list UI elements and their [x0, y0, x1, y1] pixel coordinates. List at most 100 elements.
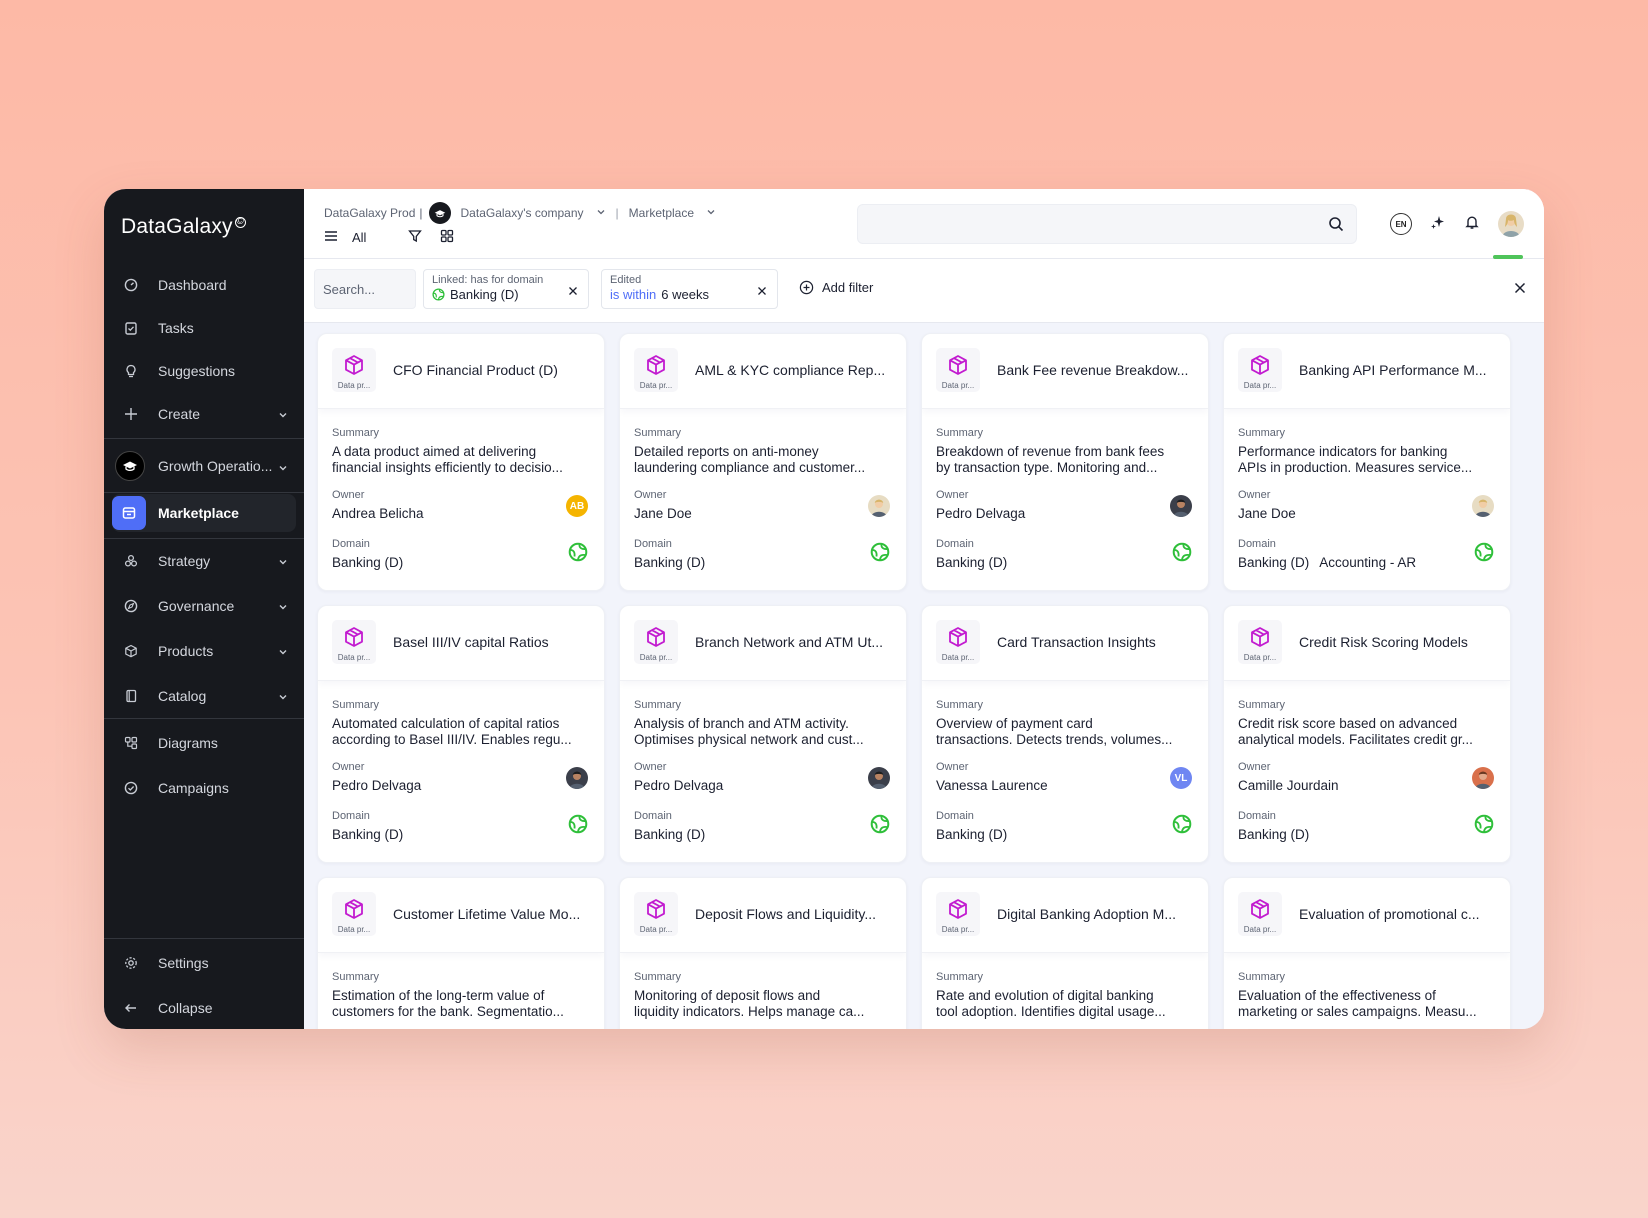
domain-tag[interactable]: Banking (D) — [634, 827, 705, 842]
close-filters-icon[interactable] — [1514, 281, 1526, 299]
type-caption: Data pr... — [639, 381, 673, 390]
grid-view-icon[interactable] — [440, 229, 454, 246]
card-title[interactable]: Card Transaction Insights — [997, 634, 1202, 650]
product-card[interactable]: Data pr... Card Transaction Insights Summa… — [921, 605, 1209, 863]
close-icon[interactable] — [757, 283, 767, 301]
domain-field: Domain Banking (D) — [936, 538, 1194, 570]
product-card[interactable]: Data pr... CFO Financial Product (D) Summa… — [317, 333, 605, 591]
sidebar-item-governance[interactable]: Governance — [112, 589, 296, 623]
summary-label: Summary — [634, 699, 682, 711]
sidebar-item-dashboard[interactable]: Dashboard — [112, 268, 296, 302]
card-title[interactable]: CFO Financial Product (D) — [393, 362, 598, 378]
summary-line: A data product aimed at delivering — [332, 444, 537, 459]
product-card[interactable]: Data pr... Evaluation of promotional c...… — [1223, 877, 1511, 1029]
avatar[interactable] — [1498, 211, 1524, 237]
owner-field: Owner Vanessa Laurence VL — [936, 761, 1194, 803]
card-title[interactable]: Digital Banking Adoption M... — [997, 906, 1202, 922]
filter-chip-edited[interactable]: Edited is within 6 weeks — [601, 269, 778, 309]
avatar[interactable] — [1472, 767, 1494, 789]
menu-icon[interactable] — [324, 230, 338, 245]
card-title[interactable]: Banking API Performance M... — [1299, 362, 1504, 378]
add-filter-button[interactable]: Add filter — [799, 280, 873, 295]
domain-label: Domain — [332, 810, 370, 822]
crumb-page[interactable]: Marketplace — [629, 206, 694, 220]
card-title[interactable]: AML & KYC compliance Rep... — [695, 362, 900, 378]
summary-label: Summary — [1238, 427, 1286, 439]
chevron-down-icon[interactable] — [706, 206, 716, 220]
avatar[interactable] — [1472, 495, 1494, 517]
card-body: Summary Analysis of branch and ATM activi… — [634, 699, 892, 842]
products-icon — [122, 642, 140, 660]
product-card[interactable]: Data pr... Digital Banking Adoption M... S… — [921, 877, 1209, 1029]
sidebar-item-marketplace[interactable]: Marketplace — [112, 494, 296, 532]
sidebar-item-tasks[interactable]: Tasks — [112, 311, 296, 345]
filter-search-input[interactable]: Search... — [314, 269, 416, 309]
sparkle-icon[interactable] — [1430, 214, 1446, 235]
card-title[interactable]: Bank Fee revenue Breakdow... — [997, 362, 1202, 378]
chevron-down-icon[interactable] — [596, 206, 606, 220]
card-title[interactable]: Deposit Flows and Liquidity... — [695, 906, 900, 922]
type-caption: Data pr... — [337, 925, 371, 934]
avatar[interactable]: VL — [1170, 767, 1192, 789]
avatar[interactable] — [566, 767, 588, 789]
domain-tag[interactable]: Banking (D) — [332, 555, 403, 570]
sidebar-item-campaigns[interactable]: Campaigns — [112, 771, 296, 805]
crumb-company[interactable]: DataGalaxy's company — [461, 206, 584, 220]
strategy-icon — [122, 552, 140, 570]
product-card[interactable]: Data pr... Customer Lifetime Value Mo... S… — [317, 877, 605, 1029]
filter-icon[interactable] — [408, 229, 423, 246]
diagrams-icon — [122, 734, 140, 752]
product-card[interactable]: Data pr... Branch Network and ATM Ut... Su… — [619, 605, 907, 863]
product-card[interactable]: Data pr... Deposit Flows and Liquidity...… — [619, 877, 907, 1029]
product-card[interactable]: Data pr... Credit Risk Scoring Models Summ… — [1223, 605, 1511, 863]
domain-values: Banking (D) — [332, 827, 590, 842]
search-icon[interactable] — [1328, 216, 1344, 237]
card-body: Summary Overview of payment card transacti… — [936, 699, 1194, 842]
view-all-label[interactable]: All — [352, 230, 366, 245]
summary-line: liquidity indicators. Helps manage ca... — [634, 1004, 865, 1019]
product-card[interactable]: Data pr... Banking API Performance M... Su… — [1223, 333, 1511, 591]
avatar[interactable] — [1170, 495, 1192, 517]
close-icon[interactable] — [568, 283, 578, 301]
avatar[interactable] — [868, 767, 890, 789]
owner-name: Pedro Delvaga — [332, 778, 422, 793]
domain-tag[interactable]: Banking (D) — [332, 827, 403, 842]
global-search-input[interactable] — [857, 204, 1357, 244]
product-card[interactable]: Data pr... AML & KYC compliance Rep... Sum… — [619, 333, 907, 591]
bell-icon[interactable] — [1464, 214, 1480, 235]
card-title[interactable]: Basel III/IV capital Ratios — [393, 634, 598, 650]
card-title[interactable]: Credit Risk Scoring Models — [1299, 634, 1504, 650]
sidebar-item-collapse[interactable]: Collapse — [112, 991, 296, 1025]
sidebar-item-suggestions[interactable]: Suggestions — [112, 354, 296, 388]
domain-values: Banking (D) Accounting - AR — [1238, 555, 1496, 570]
product-card[interactable]: Data pr... Bank Fee revenue Breakdow... Su… — [921, 333, 1209, 591]
domain-tag[interactable]: Banking (D) — [634, 555, 705, 570]
sidebar-item-catalog[interactable]: Catalog — [112, 679, 296, 713]
domain-tag[interactable]: Accounting - AR — [1319, 555, 1416, 570]
domain-tag[interactable]: Banking (D) — [1238, 827, 1309, 842]
domain-tag[interactable]: Banking (D) — [936, 555, 1007, 570]
sidebar-item-diagrams[interactable]: Diagrams — [112, 726, 296, 760]
sidebar-item-create[interactable]: Create — [112, 397, 296, 431]
sidebar-item-settings[interactable]: Settings — [112, 946, 296, 980]
filter-chip-domain[interactable]: Linked: has for domain Banking (D) — [423, 269, 589, 309]
sidebar-item-strategy[interactable]: Strategy — [112, 544, 296, 578]
avatar[interactable]: AB — [566, 495, 588, 517]
product-card[interactable]: Data pr... Basel III/IV capital Ratios Sum… — [317, 605, 605, 863]
card-title[interactable]: Customer Lifetime Value Mo... — [393, 906, 598, 922]
workspace-switcher[interactable]: Growth Operatio... — [112, 446, 296, 486]
card-title[interactable]: Branch Network and ATM Ut... — [695, 634, 900, 650]
crumb-org[interactable]: DataGalaxy Prod — [324, 206, 415, 220]
avatar[interactable] — [868, 495, 890, 517]
domain-tag[interactable]: Banking (D) — [1238, 555, 1309, 570]
sidebar-item-products[interactable]: Products — [112, 634, 296, 668]
owner-name: Vanessa Laurence — [936, 778, 1048, 793]
divider — [104, 938, 304, 939]
sidebar-item-label: Suggestions — [158, 363, 236, 379]
language-button[interactable]: EN — [1390, 213, 1412, 235]
domain-tag[interactable]: Banking (D) — [936, 827, 1007, 842]
data-product-icon: Data pr... — [634, 892, 678, 936]
summary-text: Monitoring of deposit flows and liquidity… — [634, 988, 892, 1020]
card-title[interactable]: Evaluation of promotional c... — [1299, 906, 1504, 922]
domain-icon — [1172, 542, 1192, 567]
